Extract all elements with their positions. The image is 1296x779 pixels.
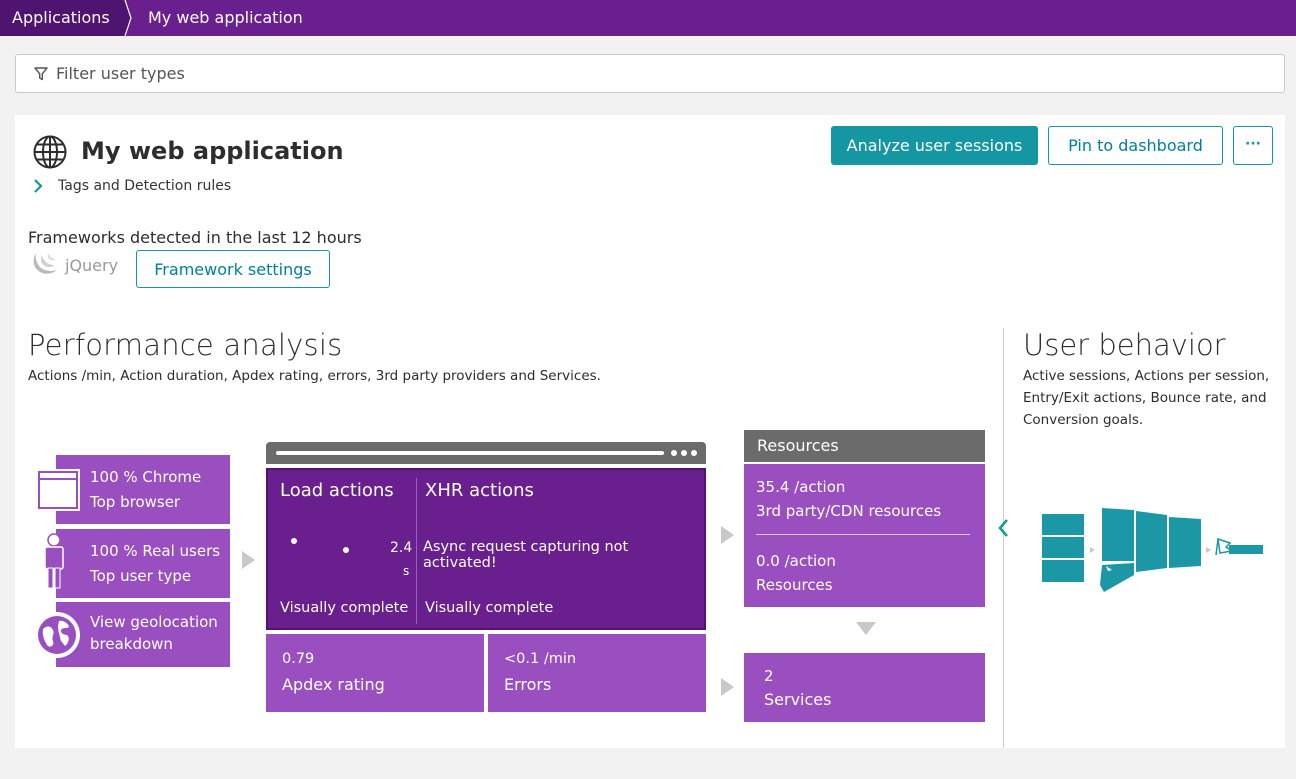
services-tile[interactable]: 2 Services [744,653,985,722]
breadcrumb-separator-icon [118,0,132,36]
top-user-type-label: Top user type [90,567,192,585]
filter-icon [34,67,48,81]
more-options-button[interactable]: ··· [1233,126,1273,165]
load-actions-value: 2.4 [390,540,413,556]
flow-arrow-right [721,526,734,544]
breadcrumb-current: My web application [148,8,303,27]
services-label: Services [764,690,832,709]
xhr-actions-footer: Visually complete [425,600,554,616]
errors-tile[interactable]: <0.1 /min Errors [488,634,706,712]
analyze-user-sessions-button[interactable]: Analyze user sessions [831,126,1038,165]
globe-icon [33,135,67,169]
resources-header: Resources [744,430,985,462]
errors-label: Errors [504,675,552,694]
chevron-left-icon[interactable] [996,517,1010,539]
errors-value: <0.1 /min [504,651,577,667]
performance-analysis-subtitle: Actions /min, Action duration, Apdex rat… [28,368,601,384]
resources-tile[interactable]: 35.4 /action 3rd party/CDN resources 0.0… [744,464,985,607]
browser-dot [691,450,697,456]
person-icon [44,533,64,589]
detected-framework-label: jQuery [65,256,119,275]
browser-window-icon [36,469,80,511]
browser-dot [671,450,677,456]
breadcrumb-applications[interactable]: Applications [0,0,126,36]
framework-settings-button[interactable]: Framework settings [136,250,330,288]
browser-dot [681,450,687,456]
services-value: 2 [764,667,774,685]
load-actions-footer: Visually complete [280,600,409,616]
tags-detection-rules-link[interactable]: Tags and Detection rules [58,178,231,194]
apdex-rating-tile[interactable]: 0.79 Apdex rating [266,634,484,712]
top-browser-value: 100 % Chrome [90,468,202,486]
flow-arrow-down [856,622,876,635]
user-behavior-title: User behavior [1023,328,1226,362]
flow-arrow-right [721,678,734,696]
filter-input[interactable] [56,55,1256,92]
top-browser-label: Top browser [90,493,181,511]
own-resources-value: 0.0 /action [756,552,836,570]
user-behavior-subtitle: Active sessions, Actions per session, En… [1023,368,1270,428]
top-bar: Applications My web application [0,0,1296,36]
xhr-actions-title: XHR actions [425,480,534,501]
apdex-value: 0.79 [282,651,315,667]
browser-address-bar [276,451,664,455]
page-title: My web application [81,137,344,165]
flow-arrow-right [242,551,255,569]
top-user-type-value: 100 % Real users [90,542,221,560]
application-card: My web application Tags and Detection ru… [15,115,1285,748]
top-browser-tile[interactable]: 100 % Chrome Top browser [56,455,230,524]
frameworks-heading: Frameworks detected in the last 12 hours [28,228,362,247]
third-party-value: 35.4 /action [756,478,846,496]
load-action-point [343,547,349,553]
apdex-label: Apdex rating [282,675,385,694]
xhr-actions-message: Async request capturing not activated! [423,539,629,571]
geolocation-breakdown-tile[interactable]: View geolocation breakdown [56,602,230,667]
geolocation-line2: breakdown [90,635,173,653]
load-actions-unit: s [403,564,410,578]
performance-analysis-title: Performance analysis [28,328,343,362]
load-actions-title: Load actions [280,480,394,501]
filter-bar[interactable] [15,54,1285,93]
geolocation-line1: View geolocation [90,613,218,631]
pin-to-dashboard-button[interactable]: Pin to dashboard [1048,126,1223,165]
column-divider [416,478,417,624]
chevron-right-icon[interactable] [33,179,43,193]
user-actions-panel[interactable]: Load actions 2.4 s Visually complete XHR… [266,468,706,630]
third-party-label: 3rd party/CDN resources [756,502,942,520]
jquery-logo [33,253,57,274]
browser-frame-bar [266,442,706,464]
funnel-graphic[interactable] [1040,505,1270,595]
top-user-type-tile[interactable]: 100 % Real users Top user type [56,529,230,598]
resources-separator [756,534,970,535]
flag-icon [1215,537,1263,556]
own-resources-label: Resources [756,576,833,594]
globe-geo-icon [34,612,80,658]
load-action-point [291,538,297,544]
